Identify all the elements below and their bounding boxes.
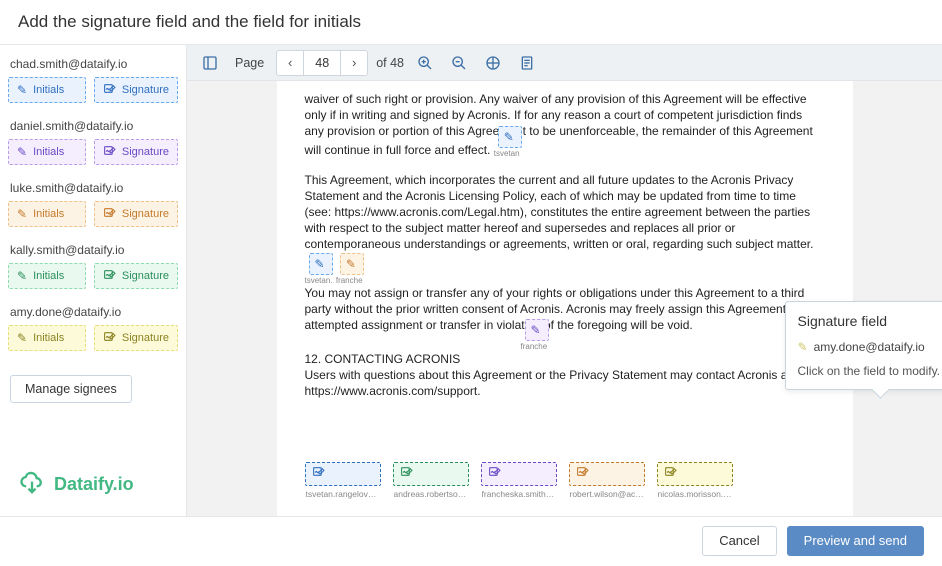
cancel-button[interactable]: Cancel (702, 526, 776, 556)
document-page: waiver of such right or provision. Any w… (277, 81, 853, 516)
signature-chip[interactable]: Signature (94, 201, 178, 227)
para-1: waiver of such right or provision. Any w… (305, 92, 813, 157)
initials-chip[interactable]: ✎ Initials (8, 325, 86, 351)
chip-label: Signature (122, 332, 169, 344)
initials-marker[interactable]: tsvetan. (309, 253, 333, 275)
signature-caption: francheska.smith@acr (482, 489, 558, 500)
signature-icon (103, 330, 116, 346)
signee-email: amy.done@dataify.io (8, 301, 178, 325)
signature-chip[interactable]: Signature (94, 263, 178, 289)
page-label: Page (235, 56, 264, 70)
chip-label: Initials (33, 146, 64, 158)
initials-chip[interactable]: ✎ Initials (8, 139, 86, 165)
prev-page-button[interactable]: ‹ (277, 51, 303, 75)
chip-label: Signature (122, 208, 169, 220)
sidebar: chad.smith@dataify.io✎InitialsSignatured… (0, 45, 187, 516)
signature-chip[interactable]: Signature (94, 139, 178, 165)
signature-box[interactable]: andreas.robertson.wils (393, 462, 469, 486)
pencil-icon: ✎ (17, 207, 27, 221)
panel-toggle-icon[interactable] (197, 50, 223, 76)
pencil-icon: ✎ (17, 83, 27, 97)
signature-box[interactable]: francheska.smith@acr (481, 462, 557, 486)
signee-block: amy.done@dataify.io ✎ Initials Signature (8, 301, 178, 351)
tooltip-title: Signature field (798, 312, 942, 331)
signature-icon (576, 465, 589, 483)
initials-chip[interactable]: ✎ Initials (8, 263, 86, 289)
heading-12: 12. CONTACTING ACRONIS (305, 352, 461, 366)
brand-logo: Dataify.io (8, 444, 178, 508)
signature-icon (664, 465, 677, 483)
signature-box[interactable]: nicolas.morisson.@acr (657, 462, 733, 486)
chip-label: Signature (122, 270, 169, 282)
initials-marker[interactable]: tsvetan (498, 126, 522, 148)
brand-name: Dataify.io (54, 474, 134, 495)
signature-icon (488, 465, 501, 483)
pencil-icon: ✎ (17, 269, 27, 283)
page-view-icon[interactable] (514, 50, 540, 76)
pencil-icon: ✎ (17, 145, 27, 159)
fit-icon[interactable] (480, 50, 506, 76)
signature-icon (103, 268, 116, 284)
signature-box[interactable]: robert.wilson@acronis. (569, 462, 645, 486)
tooltip-hint: Click on the field to modify. (798, 363, 942, 379)
footer: Cancel Preview and send (0, 516, 942, 564)
signee-email: luke.smith@dataify.io (8, 177, 178, 201)
initials-marker[interactable]: franche (340, 253, 364, 275)
pencil-icon: ✎ (798, 339, 808, 355)
signature-icon (400, 465, 413, 483)
toolbar: Page ‹ 48 › of 48 (187, 45, 942, 81)
zoom-in-icon[interactable] (412, 50, 438, 76)
pencil-icon: ✎ (17, 331, 27, 345)
page-number[interactable]: 48 (303, 51, 341, 75)
signee-email: chad.smith@dataify.io (8, 53, 178, 77)
signature-row: tsvetan.rangelov@acro andreas.robertson.w… (305, 462, 733, 486)
signature-icon (103, 82, 116, 98)
page-title: Add the signature field and the field fo… (0, 0, 942, 44)
signature-icon (103, 206, 116, 222)
page-count-label: of 48 (376, 56, 404, 70)
zoom-out-icon[interactable] (446, 50, 472, 76)
signature-tooltip: Signature field ✎ amy.done@dataify.io Cl… (785, 301, 942, 390)
chip-label: Initials (33, 208, 64, 220)
signature-caption: andreas.robertson.wils (394, 489, 470, 500)
initials-chip[interactable]: ✎ Initials (8, 77, 86, 103)
document-viewport[interactable]: waiver of such right or provision. Any w… (187, 81, 942, 516)
chip-label: Initials (33, 270, 64, 282)
signature-caption: robert.wilson@acronis. (570, 489, 646, 500)
preview-send-button[interactable]: Preview and send (787, 526, 924, 556)
next-page-button[interactable]: › (341, 51, 367, 75)
signature-icon (103, 144, 116, 160)
signee-email: daniel.smith@dataify.io (8, 115, 178, 139)
content-area: Page ‹ 48 › of 48 waiver of such right (187, 45, 942, 516)
tooltip-email: amy.done@dataify.io (814, 339, 925, 355)
chip-label: Initials (33, 84, 64, 96)
signature-icon (312, 465, 325, 483)
signature-chip[interactable]: Signature (94, 325, 178, 351)
signature-box[interactable]: tsvetan.rangelov@acro (305, 462, 381, 486)
chip-label: Signature (122, 146, 169, 158)
signee-block: daniel.smith@dataify.io ✎ Initials Signatur… (8, 115, 178, 165)
signee-email: kally.smith@dataify.io (8, 239, 178, 263)
pager: ‹ 48 › (276, 50, 368, 76)
signee-block: kally.smith@dataify.io ✎ Initials Signature (8, 239, 178, 289)
para-3: You may not assign or transfer any of yo… (305, 286, 813, 332)
manage-signees-button[interactable]: Manage signees (10, 375, 132, 403)
signee-block: chad.smith@dataify.io ✎ Initials Signature (8, 53, 178, 103)
chip-label: Initials (33, 332, 64, 344)
para-4: Users with questions about this Agreemen… (305, 368, 791, 398)
chip-label: Signature (122, 84, 169, 96)
signature-caption: nicolas.morisson.@acr (658, 489, 734, 500)
main-area: chad.smith@dataify.io✎InitialsSignatured… (0, 44, 942, 516)
signee-block: luke.smith@dataify.io ✎ Initials Signature (8, 177, 178, 227)
initials-chip[interactable]: ✎ Initials (8, 201, 86, 227)
initials-marker[interactable]: franche (525, 319, 549, 341)
signature-chip[interactable]: Signature (94, 77, 178, 103)
para-2: This Agreement, which incorporates the c… (305, 173, 814, 252)
signature-caption: tsvetan.rangelov@acro (306, 489, 382, 500)
